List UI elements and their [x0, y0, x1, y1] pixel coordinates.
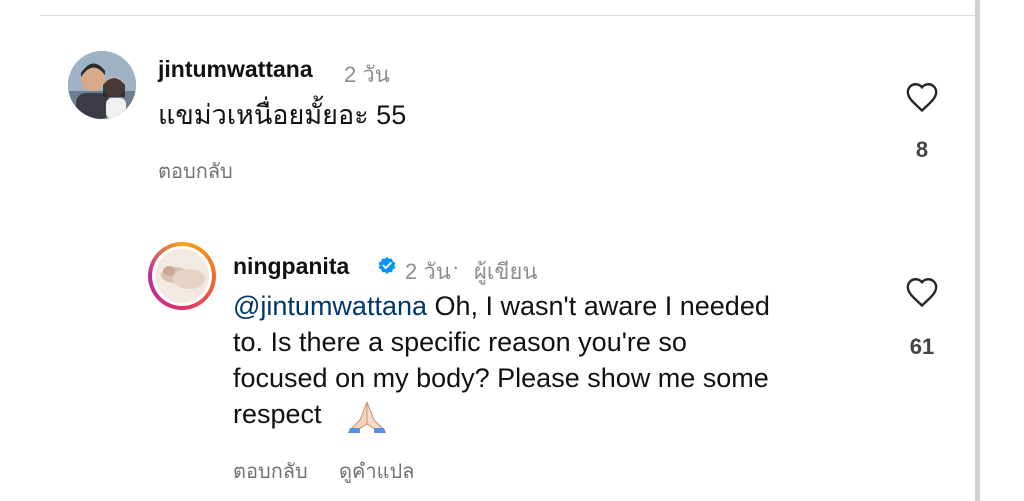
reply-button[interactable]: ตอบกลับ — [233, 455, 308, 487]
reply-text-line-1: @jintumwattana Oh, I wasn't aware I need… — [233, 288, 770, 324]
reply-text-segment: Oh, I wasn't aware I needed — [427, 291, 770, 321]
heart-outline-icon[interactable] — [905, 276, 939, 313]
reply-username[interactable]: ningpanita — [233, 253, 349, 280]
verified-badge-icon — [378, 256, 396, 274]
avatar[interactable] — [155, 249, 209, 303]
like-count: 61 — [909, 334, 935, 359]
separator-dot: · — [452, 254, 460, 279]
like-count: 8 — [915, 137, 929, 162]
story-ring[interactable] — [148, 242, 216, 310]
story-ring-gap — [152, 246, 212, 306]
reply-text-line-4: respect — [233, 399, 322, 429]
comment-username[interactable]: jintumwattana — [158, 56, 313, 83]
see-translation-button[interactable]: ดูคำแปล — [339, 455, 414, 487]
author-label: ผู้เขียน — [474, 259, 538, 284]
comment-timestamp: 2 วัน — [344, 62, 390, 87]
reply-text-line-2: to. Is there a specific reason you're so — [233, 327, 687, 357]
reply-button[interactable]: ตอบกลับ — [158, 155, 233, 187]
reply-timestamp: 2 วัน — [405, 259, 451, 284]
reply-text-line-3: focused on my body? Please show me some — [233, 363, 769, 393]
mention-link[interactable]: @jintumwattana — [233, 291, 427, 321]
avatar[interactable] — [68, 51, 136, 119]
heart-outline-icon[interactable] — [905, 81, 939, 118]
top-divider — [40, 15, 980, 16]
comment-text: แขม่วเหนื่อยมั้ยอะ 55 — [158, 100, 407, 130]
scrollbar[interactable] — [975, 0, 980, 501]
folded-hands-emoji-icon — [348, 401, 386, 433]
